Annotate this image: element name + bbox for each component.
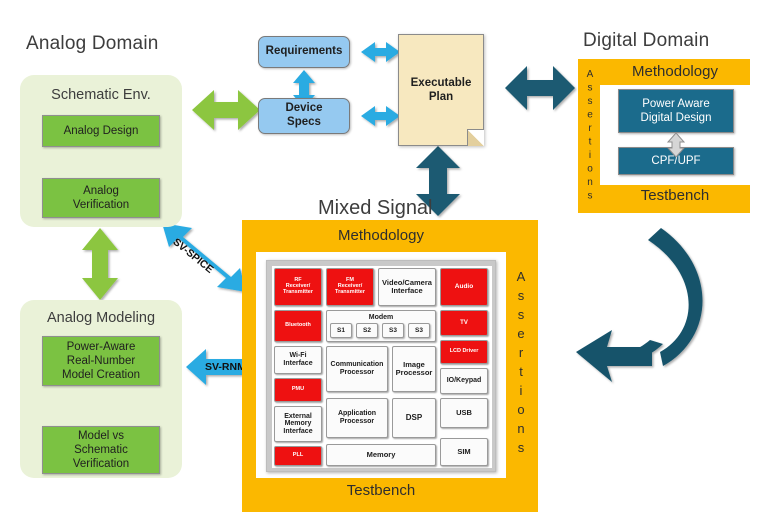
chip-cell-pmu[interactable]: PMU [274, 378, 322, 402]
chip-cell-fm-receiver-transmitter[interactable]: FM Receiver/ Transmitter [326, 268, 374, 306]
model-vs-schematic-box[interactable]: Model vs Schematic Verification [42, 426, 160, 474]
analog-domain-title: Analog Domain [26, 33, 159, 54]
mixed-methodology-label: Methodology [338, 227, 424, 244]
chip-cell-image-processor[interactable]: Image Processor [392, 346, 436, 392]
chip-cell-communication-processor[interactable]: Communication Processor [326, 346, 388, 392]
chip-cell-rf-receiver-transmitter[interactable]: RF Receiver/ Transmitter [274, 268, 322, 306]
device-specs-box[interactable]: Device Specs [258, 98, 350, 134]
chip-cell-video-camera-interface[interactable]: Video/Camera Interface [378, 268, 436, 306]
chip-cell-lcd-driver[interactable]: LCD Driver [440, 340, 488, 364]
chip-cell-audio[interactable]: Audio [440, 268, 488, 306]
chip-block-outer: RF Receiver/ Transmitter FM Receiver/ Tr… [266, 260, 496, 472]
digital-methodology-label: Methodology [632, 63, 718, 80]
analog-verification-box[interactable]: Analog Verification [42, 178, 160, 218]
gray-arrow-design-to-cpf [666, 132, 686, 158]
analog-modeling-panel: Analog Modeling Power-Aware Real-Number … [20, 300, 182, 478]
chip-modem-slot-s3-b[interactable]: S3 [408, 323, 430, 338]
chip-cell-external-memory-interface[interactable]: External Memory Interface [274, 406, 322, 442]
chip-cell-dsp[interactable]: DSP [392, 398, 436, 438]
sv-rnm-label: SV-RNM [205, 361, 246, 373]
cyan-arrow-specs-plan [361, 106, 400, 126]
power-aware-model-box[interactable]: Power-Aware Real-Number Model Creation [42, 336, 160, 386]
dark-arrow-plan-to-digital [505, 66, 575, 110]
analog-modeling-heading: Analog Modeling [46, 310, 156, 326]
chip-cell-sim[interactable]: SIM [440, 438, 488, 466]
chip-cell-bluetooth[interactable]: Bluetooth [274, 310, 322, 342]
requirements-box[interactable]: Requirements [258, 36, 350, 68]
digital-assertions-label: Assertions [584, 68, 596, 204]
mixed-signal-title: Mixed Signal [318, 197, 433, 219]
schematic-env-heading: Schematic Env. [51, 87, 151, 103]
chip-cell-wifi-interface[interactable]: Wi-Fi Interface [274, 346, 322, 374]
digital-domain-title: Digital Domain [583, 30, 710, 51]
chip-cell-application-processor[interactable]: Application Processor [326, 398, 388, 438]
analog-design-box[interactable]: Analog Design [42, 115, 160, 147]
chip-cell-tv[interactable]: TV [440, 310, 488, 336]
diagram-canvas: SV-SPICE SV-RNM Analog Domain Schematic … [0, 0, 768, 528]
digital-inner-arrow-layer [666, 132, 686, 158]
page-fold-icon [467, 129, 484, 146]
chip-modem-slot-s3[interactable]: S3 [382, 323, 404, 338]
digital-testbench-label: Testbench [640, 187, 710, 204]
chip-cell-usb[interactable]: USB [440, 398, 488, 428]
mixed-signal-frame: Methodology Testbench Assertions RF Rece… [242, 220, 538, 512]
chip-cell-pll[interactable]: PLL [274, 446, 322, 466]
chip-modem-slot-s2[interactable]: S2 [356, 323, 378, 338]
executable-plan-label: Executable Plan [410, 76, 472, 103]
schematic-env-panel: Schematic Env. Analog Design Analog Veri… [20, 75, 182, 227]
chip-block-inner: RF Receiver/ Transmitter FM Receiver/ Tr… [272, 266, 492, 468]
cyan-arrow-requirements-plan [361, 42, 400, 62]
digital-domain-frame: Methodology Testbench Assertions Power A… [578, 59, 750, 213]
chip-cell-modem-label: Modem [368, 314, 394, 321]
mixed-testbench-label: Testbench [346, 482, 416, 499]
chip-cell-io-keypad[interactable]: IO/Keypad [440, 368, 488, 394]
executable-plan-document[interactable]: Executable Plan [398, 34, 484, 146]
curved-arrow-digital-to-mixed [576, 228, 703, 382]
chip-cell-memory[interactable]: Memory [326, 444, 436, 466]
digital-inner-area: Power Aware Digital Design CPF/UPF [600, 85, 750, 185]
green-arrow-schematic-to-specs [192, 90, 260, 130]
chip-modem-slot-s1[interactable]: S1 [330, 323, 352, 338]
green-arrow-schematic-to-modeling [82, 228, 118, 300]
mixed-assertions-label: Assertions [513, 269, 529, 459]
